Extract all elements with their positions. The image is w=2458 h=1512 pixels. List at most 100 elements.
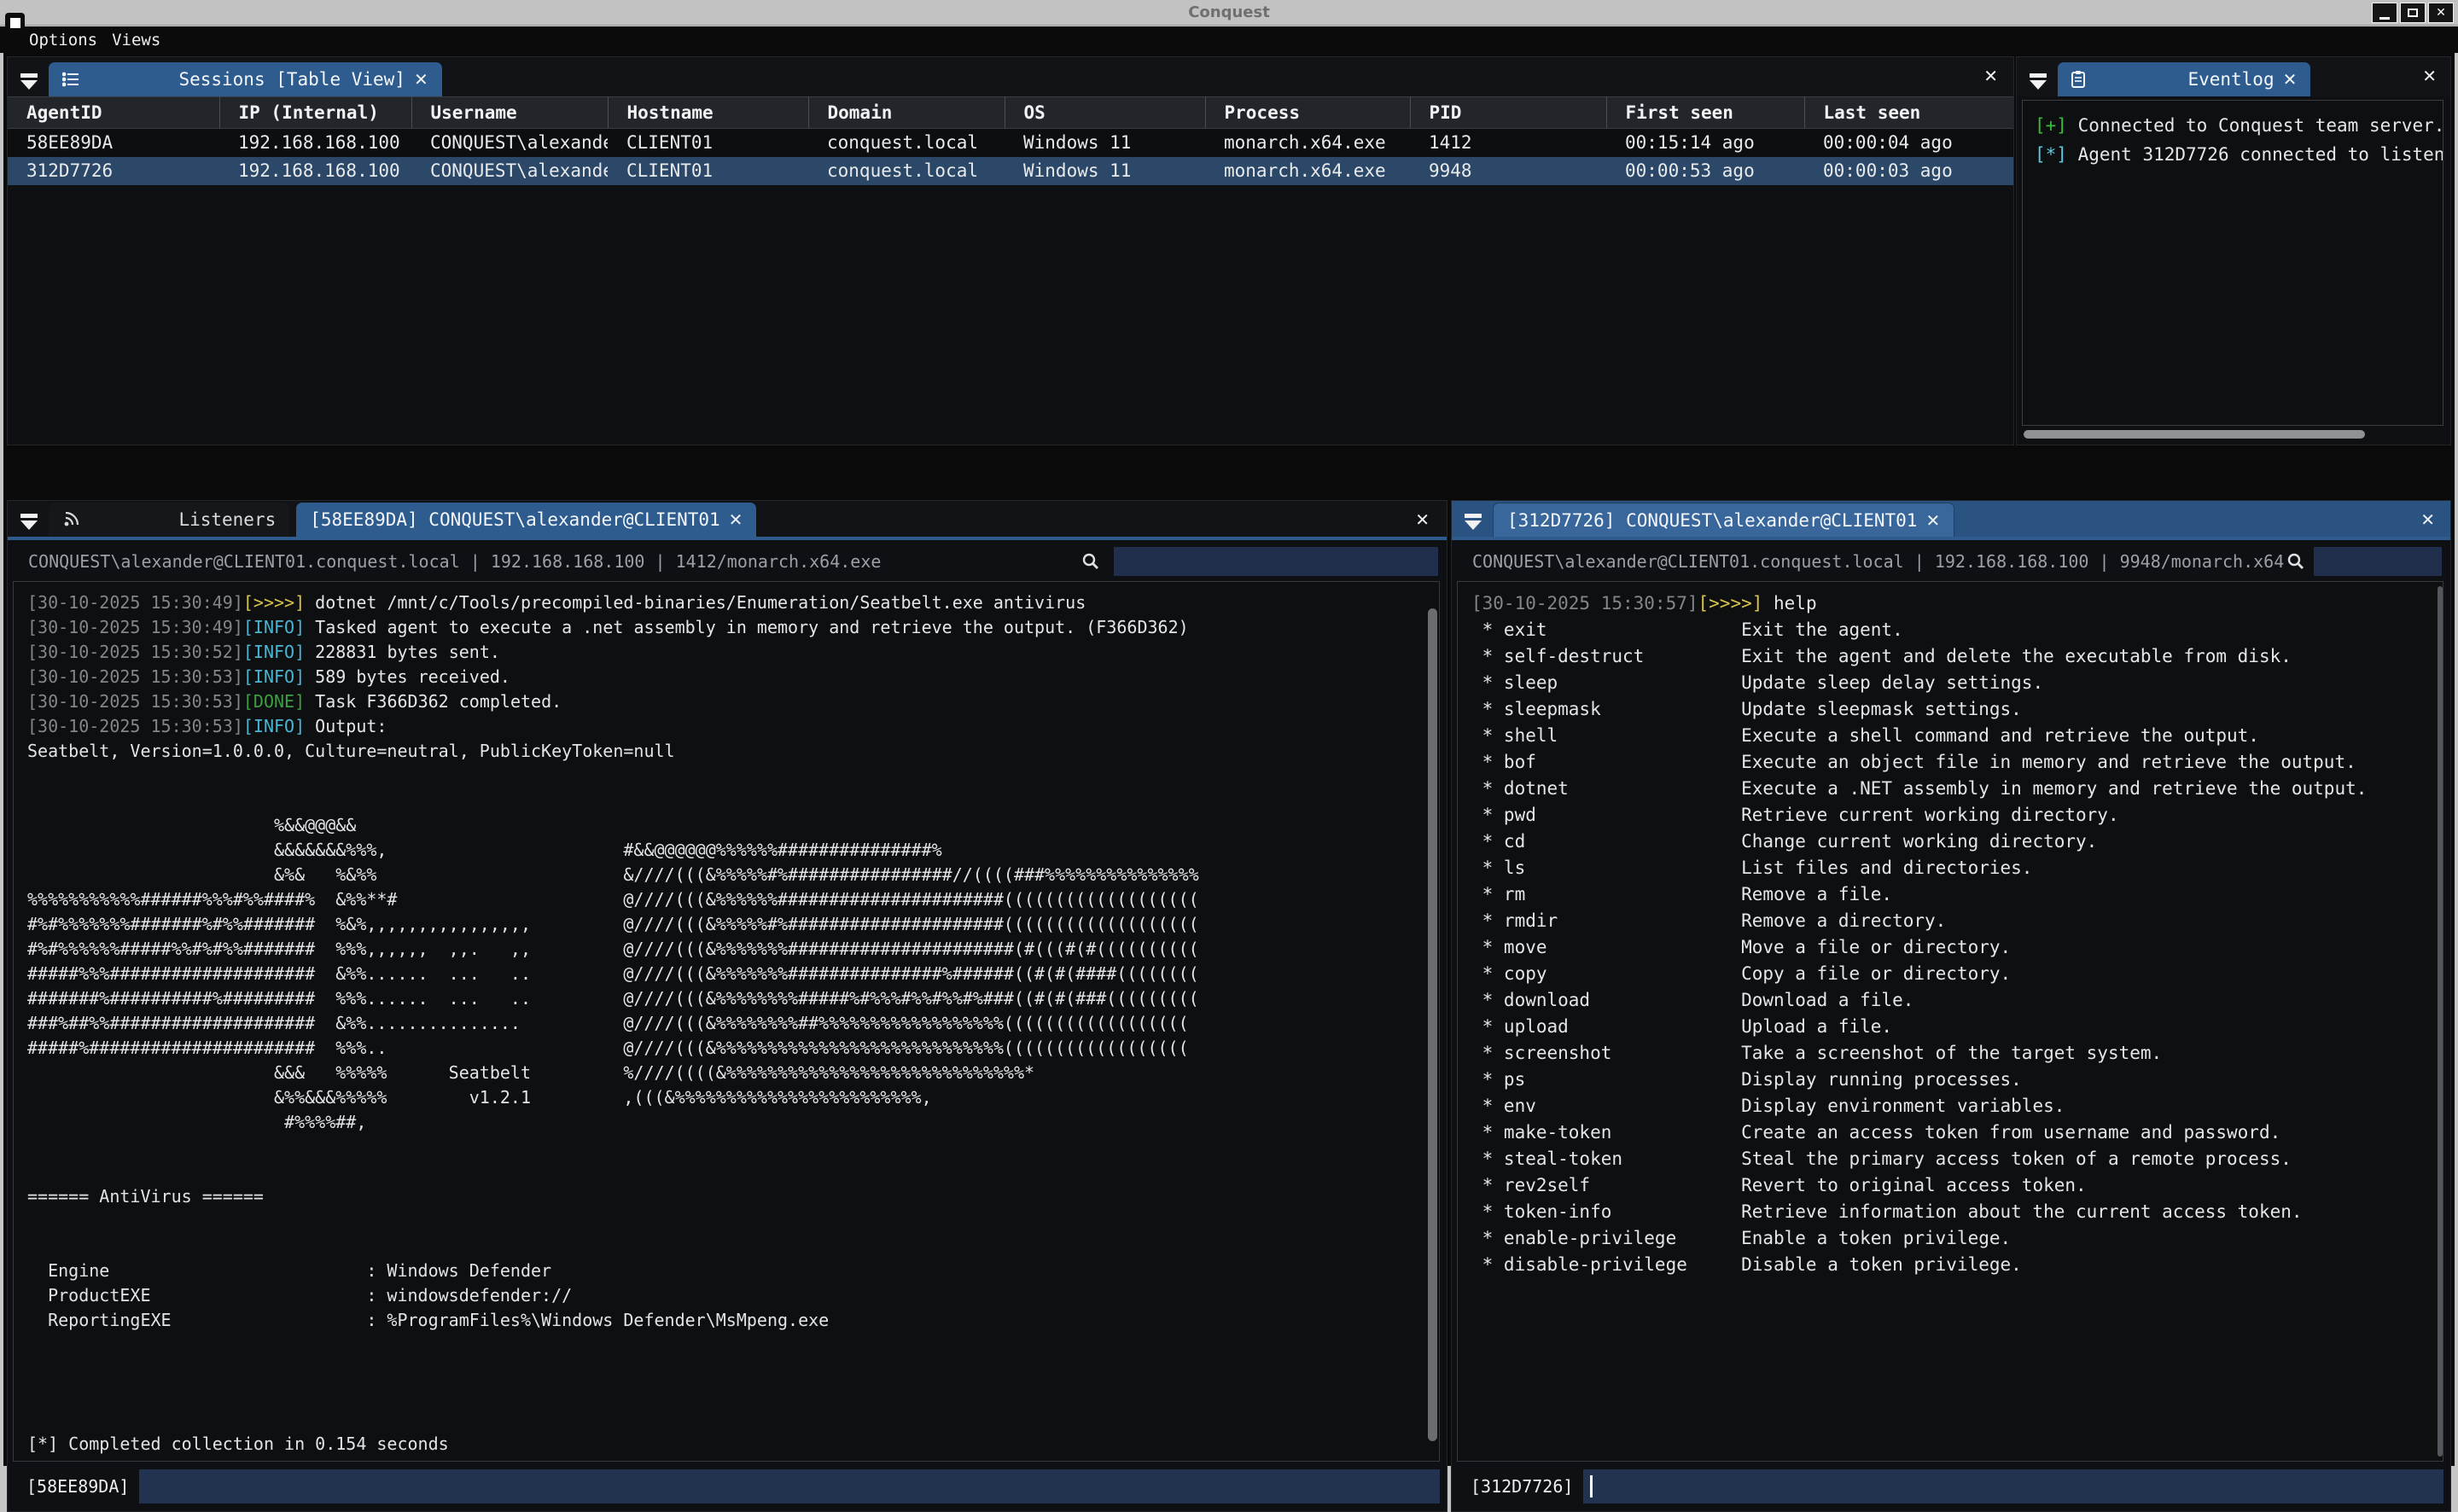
left-session-infobar: CONQUEST\alexander@CLIENT01.conquest.loc… <box>8 545 1447 578</box>
horizontal-scrollbar[interactable] <box>2024 430 2365 439</box>
help-entry: * enable-privilege Enable a token privil… <box>1471 1225 2443 1252</box>
sessions-tabbar: Sessions [Table View] ✕ ✕ <box>8 57 2013 96</box>
help-entry: * rm Remove a file. <box>1471 881 2443 908</box>
table-row[interactable]: 312D7726192.168.168.100CONQUEST\alexande… <box>8 157 2013 185</box>
panel-menu-icon[interactable] <box>18 514 40 530</box>
close-panel-icon[interactable]: ✕ <box>2422 66 2437 86</box>
log-line: [30-10-2025 15:30:52][INFO] 228831 bytes… <box>27 640 1439 665</box>
help-entry: * make-token Create an access token from… <box>1471 1119 2443 1146</box>
right-promptbar: [312D7726] <box>1457 1468 2443 1504</box>
sessions-table-body: 58EE89DA192.168.168.100CONQUEST\alexande… <box>8 129 2013 185</box>
tab-session-312D7726[interactable]: [312D7726] CONQUEST\alexander@CLIENT01 ✕ <box>1493 503 1954 537</box>
window-controls: ✕ <box>2372 3 2454 23</box>
search-input[interactable] <box>1114 547 1438 576</box>
help-entry: * rmdir Remove a directory. <box>1471 908 2443 934</box>
close-tab-icon[interactable]: ✕ <box>729 509 743 530</box>
eventlog-panel: Eventlog ✕ ✕ [+] Connected to Conquest t… <box>2016 56 2451 445</box>
log-lines-left: [30-10-2025 15:30:49][>>>>] dotnet /mnt/… <box>27 590 1439 739</box>
column-header[interactable]: Domain <box>808 97 1005 129</box>
help-entry: * exit Exit the agent. <box>1471 617 2443 643</box>
maximize-button[interactable] <box>2400 3 2426 23</box>
help-entry: * env Display environment variables. <box>1471 1093 2443 1119</box>
log-line: [30-10-2025 15:30:53][INFO] Output: <box>27 714 1439 739</box>
close-panel-icon[interactable]: ✕ <box>2420 509 2435 530</box>
close-panel-icon[interactable]: ✕ <box>1983 66 1998 86</box>
search-icon[interactable] <box>2286 552 2305 571</box>
vertical-scrollbar[interactable] <box>1428 608 1437 1441</box>
log-line: [30-10-2025 15:30:57][>>>>] help <box>1471 590 2443 617</box>
left-tabbar: Listeners [58EE89DA] CONQUEST\alexander@… <box>8 501 1447 540</box>
eventlog-line: [*] Agent 312D7726 connected to listener <box>2035 140 2443 169</box>
close-tab-icon[interactable]: ✕ <box>2283 69 2298 90</box>
help-entry: * pwd Retrieve current working directory… <box>1471 802 2443 829</box>
close-tab-icon[interactable]: ✕ <box>1925 510 1940 531</box>
tab-label: Listeners <box>178 509 276 530</box>
text-cursor <box>1590 1475 1593 1497</box>
command-input[interactable] <box>1583 1469 2443 1503</box>
tab-eventlog[interactable]: Eventlog ✕ <box>2058 62 2310 96</box>
help-entry: * ls List files and directories. <box>1471 855 2443 881</box>
maximize-icon <box>2408 9 2418 17</box>
help-entry: * screenshot Take a screenshot of the ta… <box>1471 1040 2443 1067</box>
help-entry: * self-destruct Exit the agent and delet… <box>1471 643 2443 670</box>
column-header[interactable]: Username <box>411 97 608 129</box>
log-lines-right: [30-10-2025 15:30:57][>>>>] help <box>1471 590 2443 617</box>
help-entry: * cd Change current working directory. <box>1471 829 2443 855</box>
right-session-infobar: CONQUEST\alexander@CLIENT01.conquest.loc… <box>1452 545 2450 578</box>
right-terminal-output: [30-10-2025 15:30:57][>>>>] help * exit … <box>1457 581 2443 1462</box>
help-entry: * copy Copy a file or directory. <box>1471 961 2443 987</box>
help-entry: * ps Display running processes. <box>1471 1067 2443 1093</box>
prompt-agent-label: [312D7726] <box>1471 1476 1573 1497</box>
table-header-row: AgentIDIP (Internal)UsernameHostnameDoma… <box>8 97 2013 129</box>
left-promptbar: [58EE89DA] <box>13 1468 1440 1504</box>
session-terminal-left: Listeners [58EE89DA] CONQUEST\alexander@… <box>7 500 1447 1512</box>
close-icon: ✕ <box>2436 6 2446 20</box>
app-menu-icon[interactable] <box>5 13 25 32</box>
vertical-scrollbar[interactable] <box>2438 586 2443 1457</box>
panel-menu-icon[interactable] <box>18 73 40 90</box>
help-list: * exit Exit the agent. * self-destruct E… <box>1471 617 2443 1278</box>
seatbelt-output: Seatbelt, Version=1.0.0.0, Culture=neutr… <box>27 739 1439 1457</box>
minimize-button[interactable] <box>2372 3 2397 23</box>
column-header[interactable]: IP (Internal) <box>219 97 411 129</box>
tab-sessions-table-view[interactable]: Sessions [Table View] ✕ <box>49 62 442 96</box>
column-header[interactable]: AgentID <box>8 97 219 129</box>
tab-label: Eventlog <box>2187 69 2274 90</box>
help-entry: * bof Execute an object file in memory a… <box>1471 749 2443 776</box>
column-header[interactable]: Last seen <box>1804 97 2013 129</box>
close-tab-icon[interactable]: ✕ <box>414 69 428 90</box>
log-line: [30-10-2025 15:30:49][>>>>] dotnet /mnt/… <box>27 590 1439 615</box>
close-window-button[interactable]: ✕ <box>2428 3 2454 23</box>
tab-label: [312D7726] CONQUEST\alexander@CLIENT01 <box>1507 510 1917 531</box>
tab-listeners[interactable]: Listeners <box>49 503 289 537</box>
right-tabbar: [312D7726] CONQUEST\alexander@CLIENT01 ✕… <box>1452 501 2450 540</box>
command-input[interactable] <box>139 1469 1440 1503</box>
help-entry: * move Move a file or directory. <box>1471 934 2443 961</box>
column-header[interactable]: Process <box>1205 97 1410 129</box>
window-title: Conquest <box>0 0 2458 26</box>
table-row[interactable]: 58EE89DA192.168.168.100CONQUEST\alexande… <box>8 129 2013 157</box>
help-entry: * shell Execute a shell command and retr… <box>1471 723 2443 749</box>
help-entry: * token-info Retrieve information about … <box>1471 1199 2443 1225</box>
session-info: CONQUEST\alexander@CLIENT01.conquest.loc… <box>1472 551 2286 572</box>
help-entry: * upload Upload a file. <box>1471 1014 2443 1040</box>
column-header[interactable]: First seen <box>1606 97 1804 129</box>
search-input[interactable] <box>2314 547 2442 576</box>
search-icon[interactable] <box>1081 552 1100 571</box>
help-entry: * sleep Update sleep delay settings. <box>1471 670 2443 696</box>
help-entry: * steal-token Steal the primary access t… <box>1471 1146 2443 1172</box>
column-header[interactable]: PID <box>1410 97 1606 129</box>
column-header[interactable]: OS <box>1005 97 1205 129</box>
log-line: [30-10-2025 15:30:53][DONE] Task F366D36… <box>27 689 1439 714</box>
column-header[interactable]: Hostname <box>608 97 808 129</box>
help-entry: * rev2self Revert to original access tok… <box>1471 1172 2443 1199</box>
panel-menu-icon[interactable] <box>1462 514 1484 530</box>
titlebar: Conquest ✕ <box>0 0 2458 26</box>
prompt-agent-label: [58EE89DA] <box>26 1476 129 1497</box>
tab-label: Sessions [Table View] <box>178 69 405 90</box>
panel-menu-icon[interactable] <box>2027 73 2049 90</box>
log-line: [30-10-2025 15:30:53][INFO] 589 bytes re… <box>27 665 1439 689</box>
help-entry: * dotnet Execute a .NET assembly in memo… <box>1471 776 2443 802</box>
close-panel-icon[interactable]: ✕ <box>1415 509 1430 530</box>
tab-session-58EE89DA[interactable]: [58EE89DA] CONQUEST\alexander@CLIENT01 ✕ <box>296 503 756 537</box>
